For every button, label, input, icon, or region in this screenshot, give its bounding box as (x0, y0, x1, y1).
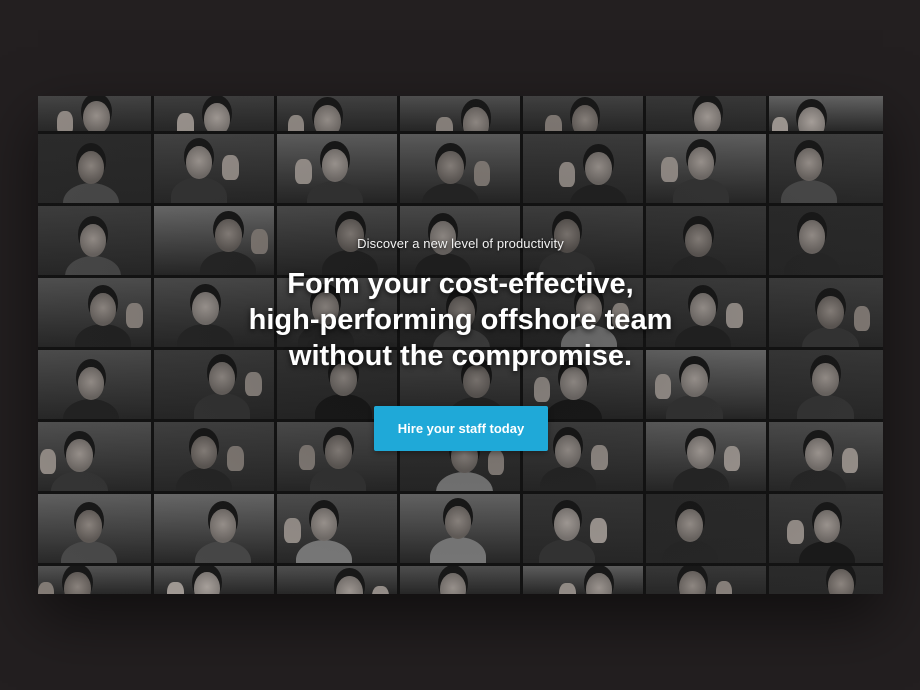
hero-headline: Form your cost-effective, high-performin… (38, 266, 883, 374)
hero-eyebrow: Discover a new level of productivity (357, 236, 564, 251)
hero-section: Discover a new level of productivity For… (38, 96, 883, 594)
page: Discover a new level of productivity For… (0, 0, 920, 690)
hire-staff-button[interactable]: Hire your staff today (374, 406, 548, 451)
headline-line-1: Form your cost-effective, (287, 268, 634, 300)
headline-line-2: high-performing offshore team (248, 304, 673, 336)
headline-line-3: without the compromise. (288, 340, 633, 372)
hero-content: Discover a new level of productivity For… (38, 96, 883, 594)
